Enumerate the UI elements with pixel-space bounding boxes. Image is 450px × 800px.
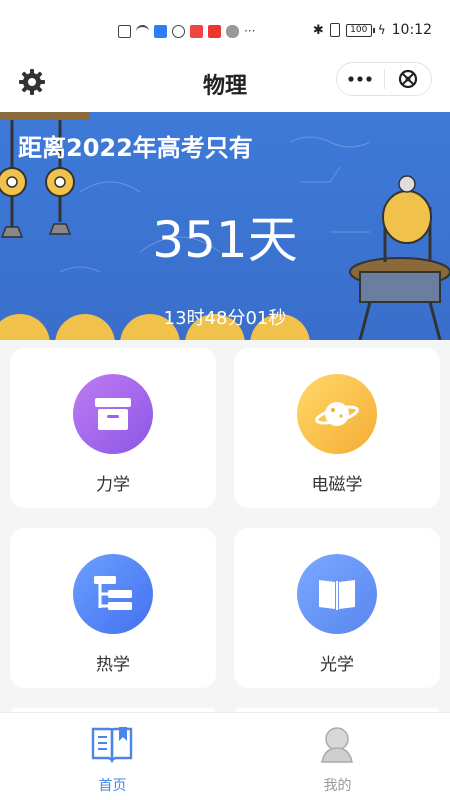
app-notification-icon <box>154 24 167 38</box>
tab-profile[interactable]: 我的 <box>225 723 450 794</box>
download-icon <box>118 24 131 38</box>
clock: 10:12 <box>391 22 432 38</box>
app-notification-icon <box>208 24 221 38</box>
notification-icons: ··· <box>118 24 255 38</box>
cloud-icon <box>226 24 239 38</box>
tree-structure-icon <box>73 554 153 634</box>
subject-card-thermodynamics[interactable]: 热学 <box>10 528 216 688</box>
subject-card-electromagnetism[interactable]: 电磁学 <box>234 348 440 508</box>
charging-icon: ϟ <box>377 23 386 37</box>
tab-home[interactable]: 首页 <box>0 723 225 794</box>
countdown-caption: 距离2022年高考只有 <box>18 134 253 162</box>
bottom-tab-bar: 首页 我的 <box>0 712 450 800</box>
more-button[interactable] <box>337 63 384 95</box>
status-bar: ··· ✱ 100 ϟ 10:12 <box>0 0 450 50</box>
tab-label: 我的 <box>323 778 352 794</box>
box-icon <box>73 374 153 454</box>
status-right: ✱ 100 ϟ 10:12 <box>313 22 432 38</box>
tab-label: 首页 <box>98 778 127 794</box>
subject-label: 热学 <box>96 655 130 675</box>
subject-label: 力学 <box>96 475 130 495</box>
more-notifications-icon: ··· <box>244 24 256 38</box>
subject-label: 光学 <box>320 655 354 675</box>
subject-card-optics[interactable]: 光学 <box>234 528 440 688</box>
subject-label: 电磁学 <box>311 475 363 495</box>
home-book-icon <box>90 723 134 765</box>
app-notification-icon <box>172 24 185 38</box>
close-circle-icon <box>398 69 417 89</box>
countdown-time: 13时48分01秒 <box>163 308 287 329</box>
bluetooth-icon: ✱ <box>312 22 324 38</box>
close-button[interactable] <box>384 63 431 95</box>
profile-icon <box>315 723 359 765</box>
countdown-banner[interactable]: 距离2022年高考只有 351天 13时48分01秒 <box>0 112 450 340</box>
more-dots-icon <box>348 76 372 82</box>
book-icon <box>297 554 377 634</box>
planet-icon <box>297 374 377 454</box>
header: 物理 <box>0 50 450 112</box>
subject-card-mechanics[interactable]: 力学 <box>10 348 216 508</box>
countdown-days: 351天 <box>152 211 298 269</box>
vibrate-icon <box>329 23 340 37</box>
battery-icon: 100 <box>345 23 375 37</box>
app-notification-icon <box>190 24 203 38</box>
mini-program-capsule <box>336 62 432 96</box>
wifi-icon <box>136 24 149 38</box>
